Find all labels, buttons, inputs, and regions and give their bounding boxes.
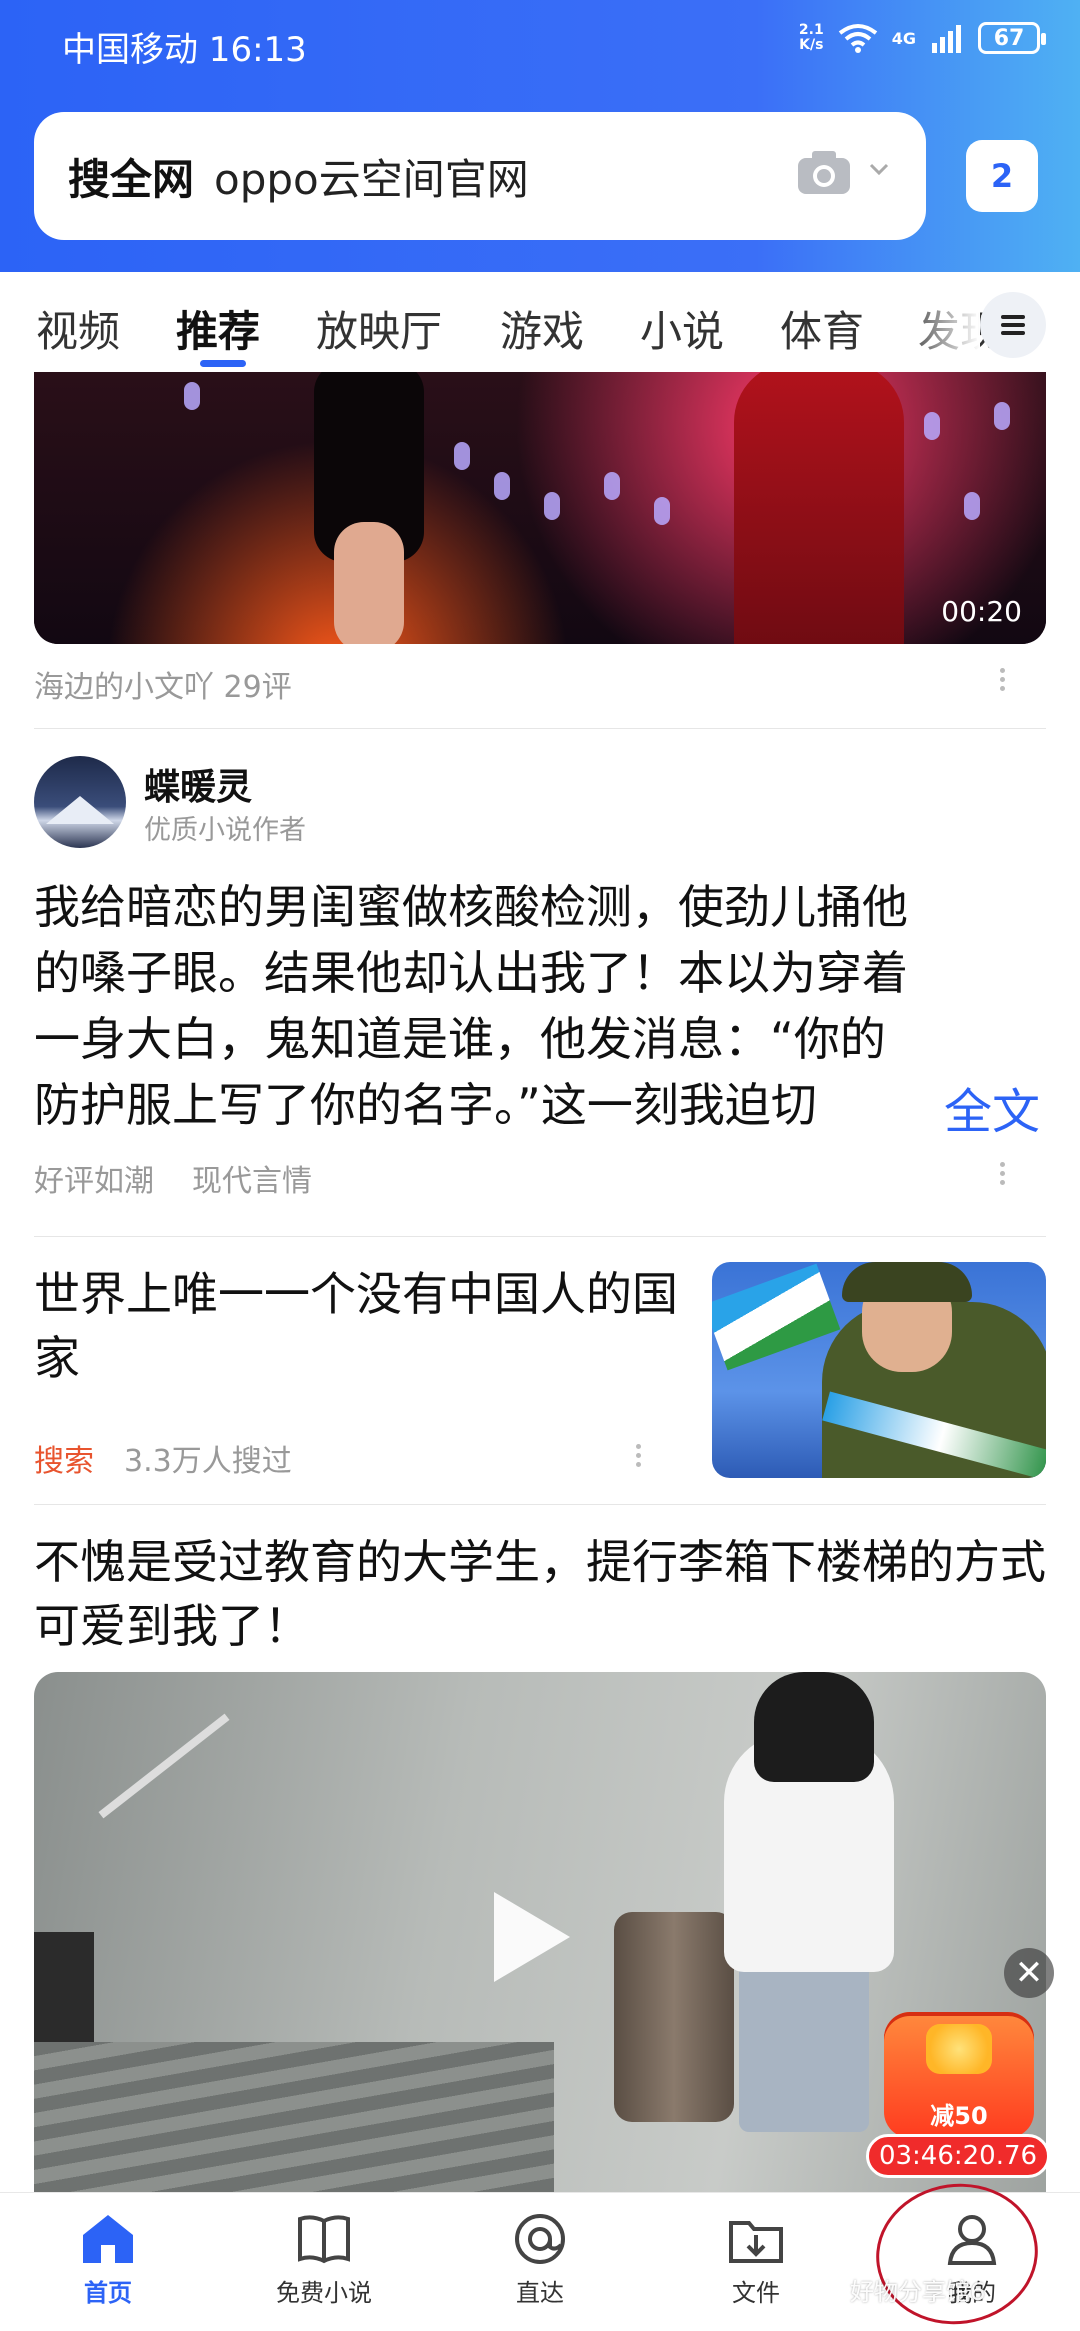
more-options-icon[interactable] <box>1000 664 1010 695</box>
close-promo-button[interactable]: ✕ <box>1004 1948 1054 1998</box>
tabs-fade <box>900 272 980 368</box>
read-full-link[interactable]: 全文 <box>940 1072 1041 1142</box>
search-card-image[interactable] <box>712 1262 1046 1478</box>
more-options-icon[interactable] <box>636 1440 646 1471</box>
tab-cinema[interactable]: 放映厅 <box>316 298 442 359</box>
video-title[interactable]: 不愧是受过教育的大学生，提行李箱下楼梯的方式可爱到我了！ <box>34 1530 1050 1658</box>
red-packet-promo[interactable]: 减50 <box>884 2012 1034 2138</box>
network-type: 4G <box>891 28 916 48</box>
promo-label: 减50 <box>930 2102 988 2130</box>
coin-icon <box>926 2024 992 2074</box>
play-icon[interactable] <box>494 1892 570 1982</box>
tab-novels[interactable]: 小说 <box>640 298 724 359</box>
wifi-icon <box>838 24 877 53</box>
book-icon <box>298 2215 350 2264</box>
search-card-title[interactable]: 世界上唯一一个没有中国人的国家 <box>34 1262 684 1390</box>
video-meta: 海边的小文吖 29评 <box>34 670 292 705</box>
search-query-text[interactable]: oppo云空间官网 <box>214 146 529 207</box>
divider <box>34 728 1046 729</box>
nav-home[interactable]: 首页 <box>28 2211 188 2308</box>
divider <box>34 1504 1046 1505</box>
search-tag: 搜索 <box>34 1444 94 1479</box>
search-scope-label: 搜全网 <box>68 154 195 204</box>
author-description: 优质小说作者 <box>144 815 306 846</box>
search-count: 3.3万人搜过 <box>124 1444 292 1479</box>
tab-sports[interactable]: 体育 <box>780 298 864 359</box>
status-icons: 2.1 K/s 4G 67 <box>798 22 1046 54</box>
home-icon <box>83 2215 133 2263</box>
download-folder-icon <box>729 2221 783 2263</box>
search-bar[interactable]: 搜全网 oppo云空间官网 <box>34 112 926 240</box>
tab-recommend[interactable]: 推荐 <box>176 298 260 359</box>
divider <box>34 1236 1046 1237</box>
watermark: 好物分享馆6 <box>850 2278 986 2306</box>
tab-games[interactable]: 游戏 <box>500 298 584 359</box>
author-name[interactable]: 蝶暖灵 <box>144 758 252 810</box>
top-header: 中国移动 16:13 2.1 K/s 4G 67 搜全网 oppo云空间官网 2 <box>0 0 1080 272</box>
network-speed: 2.1 K/s <box>798 22 824 53</box>
menu-button[interactable] <box>980 292 1046 358</box>
direct-icon <box>515 2214 565 2264</box>
nav-direct[interactable]: 直达 <box>460 2211 620 2308</box>
active-tab-indicator <box>200 360 246 367</box>
tab-video[interactable]: 视频 <box>36 298 120 359</box>
camera-icon[interactable] <box>796 148 852 196</box>
novel-tag: 好评如潮 <box>34 1164 154 1199</box>
nav-files[interactable]: 文件 <box>676 2211 836 2308</box>
chevron-down-icon[interactable] <box>868 158 890 180</box>
menu-icon <box>1001 315 1025 335</box>
battery-indicator: 67 <box>978 22 1046 54</box>
promo-countdown: 03:46:20.76 <box>866 2134 1050 2178</box>
author-avatar[interactable] <box>34 756 126 848</box>
novel-genre: 现代言情 <box>192 1164 312 1199</box>
signal-icon <box>932 25 961 53</box>
more-options-icon[interactable] <box>1000 1158 1010 1189</box>
video-duration: 00:20 <box>941 595 1022 628</box>
video-thumbnail[interactable]: 00:20 <box>34 372 1046 644</box>
status-bar: 中国移动 16:13 2.1 K/s 4G 67 <box>62 22 1046 70</box>
nav-free-novels[interactable]: 免费小说 <box>244 2211 404 2308</box>
carrier-time: 中国移动 16:13 <box>62 29 307 70</box>
tab-count-button[interactable]: 2 <box>966 140 1038 212</box>
